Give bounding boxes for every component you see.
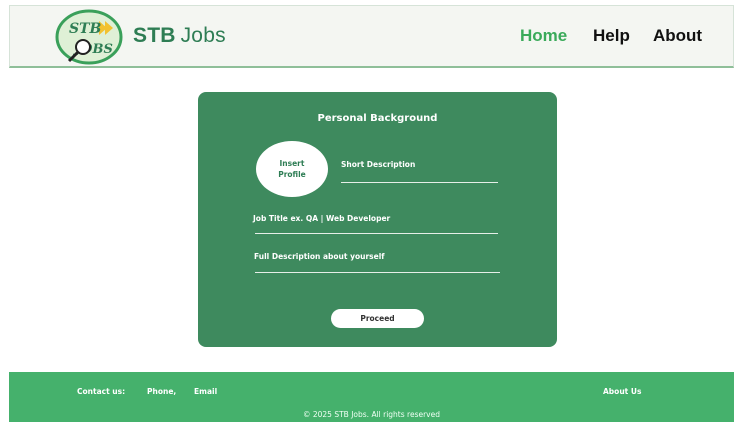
phone-link[interactable]: Phone, bbox=[147, 387, 176, 396]
nav-about-link[interactable]: About bbox=[653, 26, 702, 46]
site-header: STB JOBS STB Jobs Home Help About bbox=[9, 5, 734, 68]
contact-label: Contact us: bbox=[77, 387, 126, 396]
short-description-field[interactable]: Short Description bbox=[341, 160, 415, 169]
insert-profile-button[interactable]: Insert Profile bbox=[256, 141, 328, 197]
full-description-field[interactable]: Full Description about yourself bbox=[254, 252, 385, 261]
profile-label-line2: Profile bbox=[278, 170, 306, 179]
brand-name[interactable]: STB Jobs bbox=[133, 24, 226, 48]
card-title: Personal Background bbox=[317, 113, 438, 124]
personal-background-card: Personal Background Insert Profile Short… bbox=[198, 92, 557, 347]
profile-label-line1: Insert bbox=[279, 159, 305, 168]
copyright-text: © 2025 STB Jobs. All rights reserved bbox=[302, 410, 440, 419]
job-title-field[interactable]: Job Title ex. QA | Web Developer bbox=[253, 214, 390, 223]
site-footer: Contact us: Phone, Email About Us © 2025… bbox=[9, 372, 734, 422]
about-us-link[interactable]: About Us bbox=[603, 387, 641, 396]
short-description-underline bbox=[341, 182, 498, 183]
brand-strong: STB bbox=[133, 24, 176, 47]
proceed-button[interactable]: Proceed bbox=[331, 309, 424, 328]
job-title-underline bbox=[255, 233, 498, 234]
full-description-underline bbox=[255, 272, 500, 273]
stb-jobs-logo[interactable]: STB JOBS bbox=[55, 9, 123, 65]
svg-text:STB: STB bbox=[69, 21, 102, 37]
brand-light: Jobs bbox=[180, 24, 226, 47]
email-link[interactable]: Email bbox=[194, 387, 217, 396]
nav-home-link[interactable]: Home bbox=[520, 26, 567, 46]
nav-help-link[interactable]: Help bbox=[593, 26, 630, 46]
